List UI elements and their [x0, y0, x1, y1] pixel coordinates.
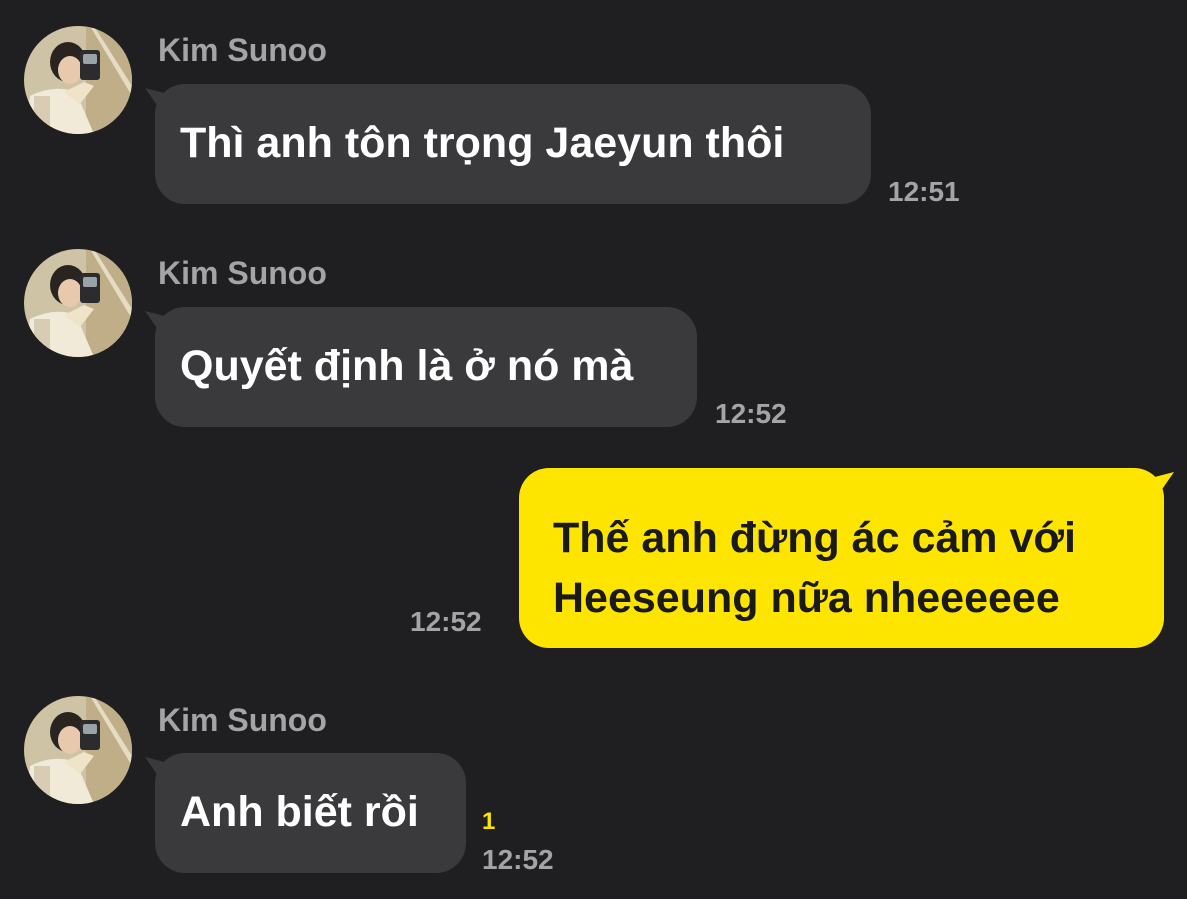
my-message-bubble[interactable]: Thế anh đừng ác cảm với Heeseung nữa nhe… [519, 468, 1174, 648]
profile-photo [24, 26, 132, 134]
sender-avatar[interactable] [24, 26, 132, 134]
unread-count: 1 [482, 808, 496, 835]
message-text-line: Heeseung nữa nheeeeee [553, 574, 1060, 622]
message-time: 12:52 [715, 398, 787, 429]
message-text-line: Thế anh đừng ác cảm với [553, 514, 1076, 562]
message-time: 12:52 [410, 606, 482, 637]
profile-photo [24, 696, 132, 804]
bubble-tail [145, 88, 175, 114]
message-text: Quyết định là ở nó mà [180, 342, 634, 390]
sender-avatar[interactable] [24, 696, 132, 804]
message-text: Thì anh tôn trọng Jaeyun thôi [180, 119, 785, 167]
bubble-tail [145, 311, 175, 337]
sender-name: Kim Sunoo [158, 255, 327, 291]
message-bubble[interactable]: Anh biết rồi [145, 753, 466, 873]
profile-photo [24, 249, 132, 357]
message-text: Anh biết rồi [180, 788, 419, 836]
message-bubble[interactable]: Thì anh tôn trọng Jaeyun thôi [145, 84, 871, 204]
bubble-tail [1144, 472, 1174, 498]
bubble-tail [145, 757, 175, 783]
sender-avatar[interactable] [24, 249, 132, 357]
message-time: 12:52 [482, 844, 554, 875]
sender-name: Kim Sunoo [158, 702, 327, 738]
sender-name: Kim Sunoo [158, 32, 327, 68]
message-time: 12:51 [888, 176, 960, 207]
chat-view: Kim Sunoo Thì anh tôn trọng Jaeyun thôi … [0, 0, 1187, 899]
message-bubble[interactable]: Quyết định là ở nó mà [145, 307, 697, 427]
